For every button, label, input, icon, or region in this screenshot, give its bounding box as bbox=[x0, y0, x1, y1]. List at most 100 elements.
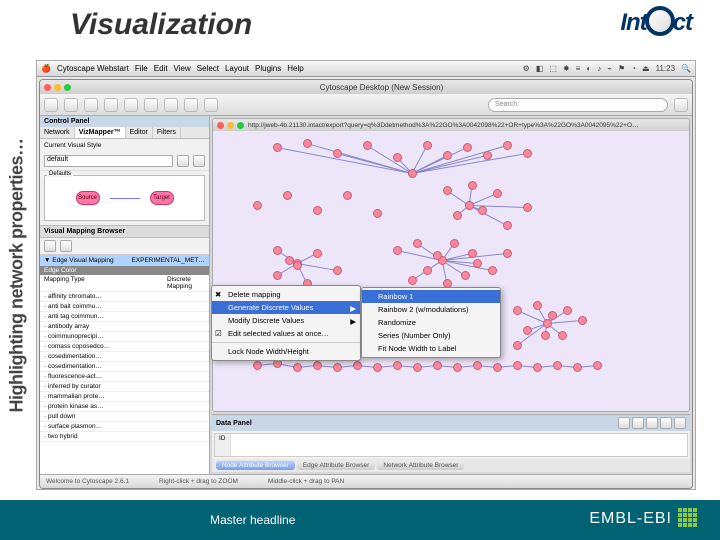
mapping-row[interactable]: · inferred by curator bbox=[40, 382, 209, 392]
network-node[interactable] bbox=[453, 363, 462, 372]
context-menu-item[interactable]: Fit Node Width to Label bbox=[362, 342, 500, 355]
tool-icon[interactable] bbox=[204, 98, 218, 112]
network-node[interactable] bbox=[513, 341, 522, 350]
network-node[interactable] bbox=[578, 316, 587, 325]
network-node[interactable] bbox=[513, 306, 522, 315]
menubar-status-icon[interactable]: ✸ bbox=[563, 64, 570, 73]
tool-icon[interactable] bbox=[44, 98, 58, 112]
network-node[interactable] bbox=[443, 186, 452, 195]
tab-network[interactable]: Network bbox=[40, 127, 75, 138]
network-node[interactable] bbox=[353, 361, 362, 370]
network-node[interactable] bbox=[465, 201, 474, 210]
menubar-status-icon[interactable]: ≡ bbox=[576, 64, 581, 73]
mapping-row[interactable]: · comass coposedco… bbox=[40, 342, 209, 352]
network-node[interactable] bbox=[543, 319, 552, 328]
network-node[interactable] bbox=[433, 361, 442, 370]
apple-icon[interactable]: 🍎 bbox=[41, 64, 51, 73]
dp-column-id[interactable]: ID bbox=[215, 434, 231, 456]
mapping-row[interactable]: · coimmunoprecipi… bbox=[40, 332, 209, 342]
network-node[interactable] bbox=[253, 361, 262, 370]
mapping-row[interactable]: · two hybrid bbox=[40, 432, 209, 442]
context-menu-sub[interactable]: Rainbow 1Rainbow 2 (w/modulations)Random… bbox=[361, 287, 501, 358]
network-node[interactable] bbox=[413, 363, 422, 372]
tab-editor[interactable]: Editor bbox=[126, 127, 153, 138]
zoom-icon[interactable] bbox=[64, 84, 71, 91]
dp-tool-icon[interactable] bbox=[674, 417, 686, 429]
network-node[interactable] bbox=[333, 266, 342, 275]
network-node[interactable] bbox=[253, 201, 262, 210]
dp-tab-edge[interactable]: Edge Attribute Browser bbox=[297, 461, 375, 470]
menu-edit[interactable]: Edit bbox=[154, 64, 168, 73]
context-menu-item[interactable]: Rainbow 1 bbox=[362, 290, 500, 303]
network-node[interactable] bbox=[473, 259, 482, 268]
menubar-status-icon[interactable]: ◧ bbox=[536, 64, 544, 73]
mapping-row[interactable]: · antibody array bbox=[40, 322, 209, 332]
context-menu-item[interactable]: Generate Discrete Values▶ bbox=[212, 301, 360, 314]
network-node[interactable] bbox=[503, 141, 512, 150]
network-node[interactable] bbox=[533, 301, 542, 310]
network-canvas[interactable] bbox=[213, 131, 689, 411]
mapping-row[interactable]: · cosedimentation… bbox=[40, 352, 209, 362]
style-select[interactable]: default bbox=[44, 155, 173, 167]
dp-tool-icon[interactable] bbox=[618, 417, 630, 429]
network-node[interactable] bbox=[413, 239, 422, 248]
network-node[interactable] bbox=[273, 246, 282, 255]
tab-filters[interactable]: Filters bbox=[153, 127, 181, 138]
search-input[interactable]: Search: bbox=[488, 98, 668, 112]
evm-label[interactable]: ▼ Edge Visual Mapping bbox=[44, 257, 114, 264]
defaults-preview[interactable]: Defaults Source Target bbox=[44, 175, 205, 221]
network-node[interactable] bbox=[373, 363, 382, 372]
mapping-row[interactable]: · anti tag coimmun… bbox=[40, 312, 209, 322]
network-node[interactable] bbox=[473, 361, 482, 370]
network-node[interactable] bbox=[408, 169, 417, 178]
vmb-tool-icon[interactable] bbox=[60, 240, 72, 252]
menubar-status-icon[interactable]: ♪ bbox=[597, 64, 601, 73]
edge-color-label[interactable]: Edge Color bbox=[44, 267, 77, 274]
dp-tool-icon[interactable] bbox=[646, 417, 658, 429]
gear-icon[interactable] bbox=[193, 155, 205, 167]
network-edge[interactable] bbox=[297, 263, 337, 271]
context-menu-item[interactable]: Randomize bbox=[362, 316, 500, 329]
context-menu-main[interactable]: Delete mapping✖Generate Discrete Values▶… bbox=[211, 285, 361, 361]
network-node[interactable] bbox=[558, 331, 567, 340]
mapping-type-value[interactable]: Discrete Mapping bbox=[167, 276, 205, 290]
menubar-status-icon[interactable]: ⚑ bbox=[618, 64, 625, 73]
network-node[interactable] bbox=[493, 363, 502, 372]
menubar-status-icon[interactable]: ⬚ bbox=[549, 64, 557, 73]
network-node[interactable] bbox=[433, 251, 442, 260]
tool-icon[interactable] bbox=[84, 98, 98, 112]
menubar-status-icon[interactable]: ⌁ bbox=[607, 64, 612, 73]
menu-view[interactable]: View bbox=[174, 64, 191, 73]
menu-select[interactable]: Select bbox=[197, 64, 219, 73]
network-node[interactable] bbox=[493, 189, 502, 198]
network-node[interactable] bbox=[573, 363, 582, 372]
context-menu-item[interactable]: Series (Number Only) bbox=[362, 329, 500, 342]
tool-icon[interactable] bbox=[124, 98, 138, 112]
network-node[interactable] bbox=[393, 153, 402, 162]
options-icon[interactable] bbox=[177, 155, 189, 167]
network-node[interactable] bbox=[478, 206, 487, 215]
network-node[interactable] bbox=[423, 266, 432, 275]
close-icon[interactable] bbox=[217, 122, 224, 129]
network-node[interactable] bbox=[333, 363, 342, 372]
network-node[interactable] bbox=[293, 261, 302, 270]
network-node[interactable] bbox=[313, 206, 322, 215]
network-node[interactable] bbox=[393, 361, 402, 370]
network-node[interactable] bbox=[373, 209, 382, 218]
tool-icon[interactable] bbox=[144, 98, 158, 112]
network-node[interactable] bbox=[548, 311, 557, 320]
dp-tab-node[interactable]: Node Attribute Browser bbox=[216, 461, 295, 470]
spotlight-icon[interactable]: 🔍 bbox=[681, 64, 691, 73]
menubar-status-icon[interactable]: ◐ bbox=[586, 64, 591, 73]
mapping-row[interactable]: · cosedimentation… bbox=[40, 362, 209, 372]
network-node[interactable] bbox=[313, 249, 322, 258]
network-node[interactable] bbox=[313, 361, 322, 370]
network-node[interactable] bbox=[408, 276, 417, 285]
network-node[interactable] bbox=[563, 306, 572, 315]
context-menu-item[interactable]: Modify Discrete Values▶ bbox=[212, 314, 360, 327]
context-menu-item[interactable]: Rainbow 2 (w/modulations) bbox=[362, 303, 500, 316]
network-node[interactable] bbox=[363, 141, 372, 150]
network-node[interactable] bbox=[333, 149, 342, 158]
network-node[interactable] bbox=[273, 271, 282, 280]
network-node[interactable] bbox=[343, 191, 352, 200]
